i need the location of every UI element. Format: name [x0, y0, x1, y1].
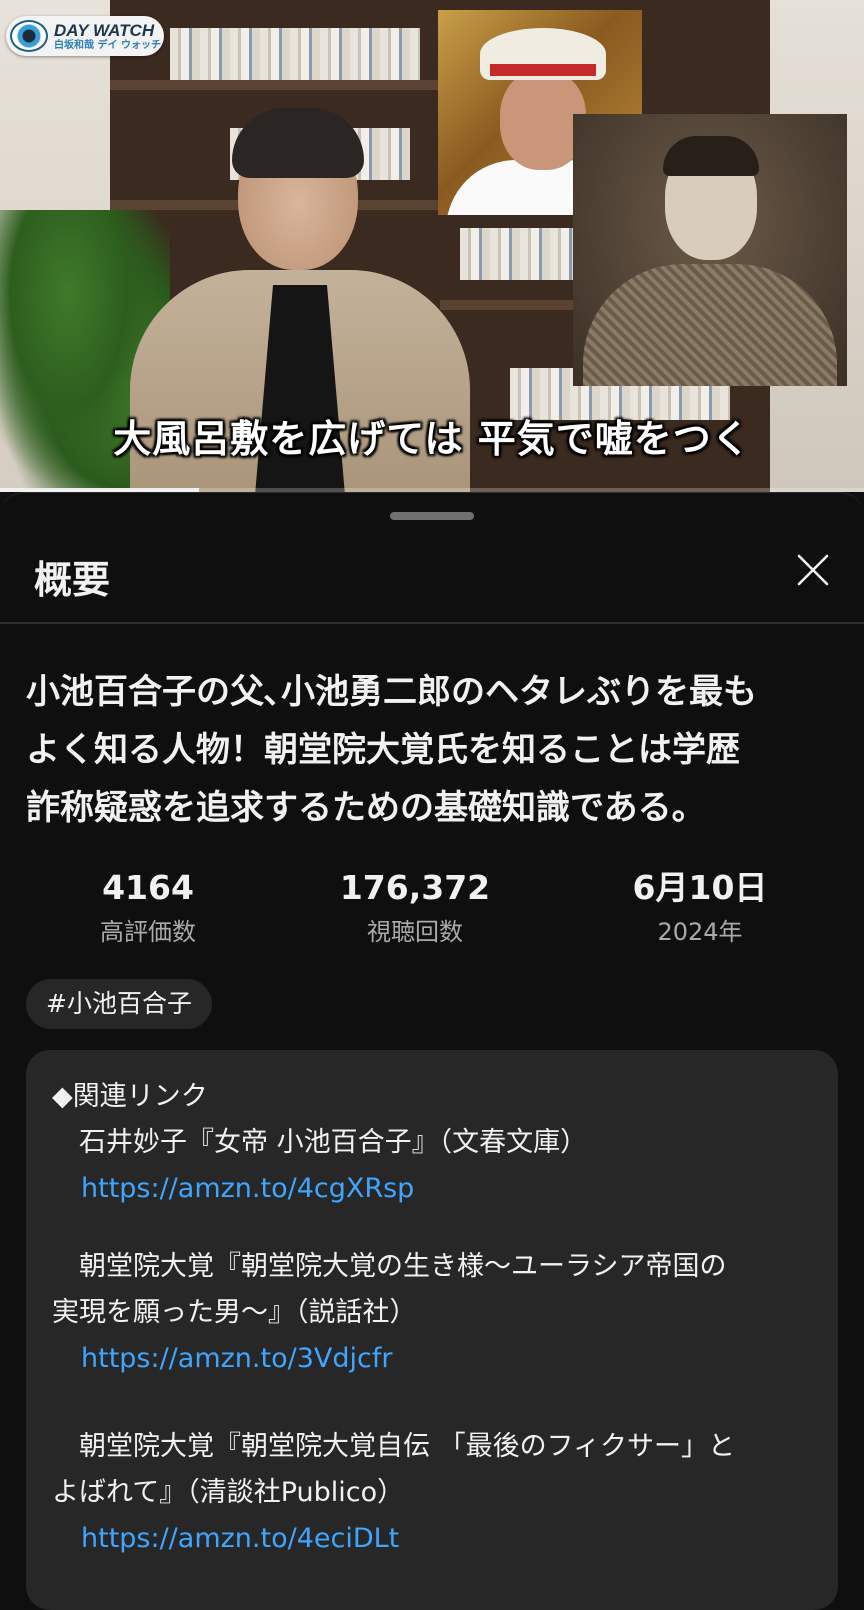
description-link[interactable]: https://amzn.to/3Vdjcfr — [81, 1342, 392, 1376]
drag-handle[interactable] — [390, 512, 474, 520]
close-icon — [797, 554, 829, 586]
stat-label: 2024年 — [657, 918, 743, 946]
video-caption: 大風呂敷を広げては 平気で嘘をつく — [113, 417, 751, 461]
description-link[interactable]: https://amzn.to/4cgXRsp — [81, 1172, 414, 1206]
stat-value: 176,372 — [339, 868, 491, 907]
logo-subtitle: 白坂和哉 デイ ウォッチ — [54, 39, 161, 51]
description-sheet: 概要 小池百合子の父､小池勇二郎のヘタレぶりを最も よく知る人物！朝堂院大覚氏を… — [0, 492, 864, 1610]
description-link[interactable]: https://amzn.to/4eciDLt — [81, 1522, 399, 1556]
stat-date: 6月10日 2024年 — [590, 868, 810, 956]
eye-logo-icon — [10, 20, 48, 52]
video-title-line: よく知る人物！朝堂院大覚氏を知ることは学歴 — [26, 730, 740, 770]
stat-views: 176,372 視聴回数 — [305, 868, 525, 956]
description-text: 朝堂院大覚『朝堂院大覚自伝 「最後のフィクサー」と — [52, 1431, 736, 1462]
stat-value: 4164 — [102, 868, 194, 907]
stat-label: 高評価数 — [100, 918, 196, 946]
description-text: 石井妙子『女帝 小池百合子』（文春文庫） — [52, 1127, 588, 1158]
logo-title: DAY WATCH — [54, 20, 155, 40]
inset-photo-man-with-glasses — [573, 114, 847, 386]
hashtag-chip[interactable]: #小池百合子 — [26, 979, 212, 1029]
stat-label: 視聴回数 — [367, 918, 463, 946]
close-button[interactable] — [788, 545, 838, 595]
description-text: 朝堂院大覚『朝堂院大覚の生き様～ユーラシア帝国の — [52, 1251, 727, 1282]
video-title-line: 小池百合子の父､小池勇二郎のヘタレぶりを最も — [26, 672, 757, 712]
stat-value: 6月10日 — [632, 868, 768, 907]
sheet-title: 概要 — [34, 558, 111, 602]
description-text: よばれて』（清談社Publico） — [52, 1477, 405, 1508]
divider — [0, 622, 864, 624]
video-title-line: 詐称疑惑を追求するための基礎知識である。 — [26, 788, 706, 828]
video-player[interactable]: DAY WATCH 白坂和哉 デイ ウォッチ 大風呂敷を広げては 平気で嘘をつく — [0, 0, 864, 492]
description-heading: ◆関連リンク — [52, 1081, 208, 1112]
channel-logo: DAY WATCH 白坂和哉 デイ ウォッチ — [6, 16, 164, 56]
description-text: 実現を願った男～』（説話社） — [52, 1297, 417, 1328]
description-box: ◆関連リンク 石井妙子『女帝 小池百合子』（文春文庫） https://amzn… — [26, 1050, 838, 1610]
video-title: 小池百合子の父､小池勇二郎のヘタレぶりを最も よく知る人物！朝堂院大覚氏を知るこ… — [26, 663, 842, 837]
stat-likes: 4164 高評価数 — [38, 868, 258, 956]
